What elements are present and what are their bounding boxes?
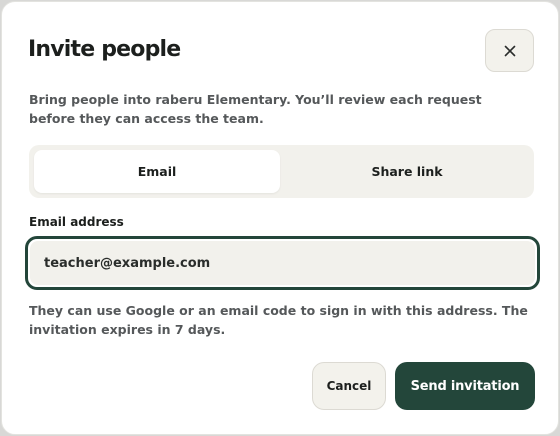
email-field[interactable] <box>30 241 535 285</box>
invite-method-tabs: Email Share link <box>29 145 534 198</box>
email-helper-text: They can use Google or an email code to … <box>29 303 528 337</box>
cancel-button[interactable]: Cancel <box>312 362 386 410</box>
email-field-focus-ring <box>25 236 540 290</box>
dialog-description: Bring people into raberu Elementary. You… <box>29 92 482 126</box>
send-invitation-button[interactable]: Send invitation <box>395 362 535 410</box>
tab-email[interactable]: Email <box>34 150 280 193</box>
email-address-label: Email address <box>29 215 124 229</box>
close-icon <box>504 45 515 56</box>
close-button[interactable] <box>485 29 534 72</box>
invite-dialog: Invite people Bring people into raberu E… <box>1 1 559 435</box>
dialog-title: Invite people <box>28 37 181 62</box>
tab-share-link[interactable]: Share link <box>285 150 529 193</box>
